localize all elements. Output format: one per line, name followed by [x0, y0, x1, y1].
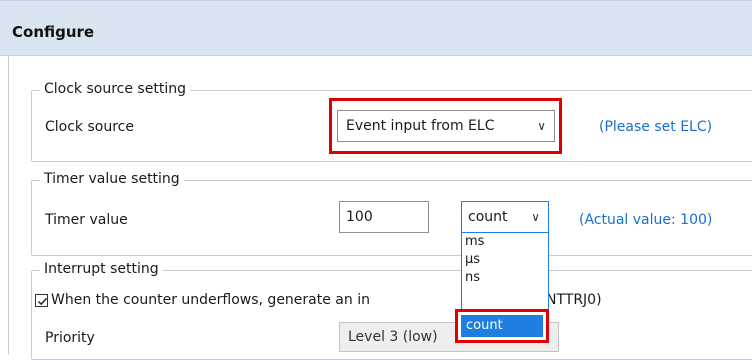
chevron-down-icon: ∨: [531, 210, 540, 224]
configure-header: Configure: [0, 0, 752, 56]
clock-source-select[interactable]: Event input from ELC ∨: [337, 110, 555, 142]
timer-unit-value: count: [468, 209, 508, 225]
timer-unit-select[interactable]: count ∨: [461, 201, 549, 233]
interrupt-legend: Interrupt setting: [40, 261, 163, 277]
unit-option-ms[interactable]: ms: [465, 234, 484, 249]
unit-option-count[interactable]: count: [461, 315, 543, 337]
clock-source-legend: Clock source setting: [40, 81, 190, 97]
underflow-interrupt-label-tail: NTTRJ0): [546, 292, 602, 308]
clock-source-label: Clock source: [45, 119, 134, 135]
actual-value-note: (Actual value: 100): [579, 212, 713, 228]
clock-source-value: Event input from ELC: [346, 118, 495, 134]
timer-value-input[interactable]: 100: [339, 201, 429, 233]
priority-value: Level 3 (low): [348, 329, 438, 345]
unit-option-ns[interactable]: ns: [465, 270, 480, 285]
count-option-highlight: count: [455, 309, 549, 343]
checkmark-icon: [37, 297, 48, 306]
underflow-interrupt-label[interactable]: When the counter underflows, generate an…: [51, 292, 370, 308]
underflow-interrupt-checkbox[interactable]: [35, 294, 48, 307]
priority-label: Priority: [45, 330, 95, 346]
please-set-elc-link[interactable]: (Please set ELC): [599, 119, 712, 135]
unit-option-us[interactable]: µs: [465, 252, 480, 267]
timer-value-label: Timer value: [45, 212, 128, 228]
timer-value-legend: Timer value setting: [40, 171, 184, 187]
timer-value-text: 100: [346, 209, 373, 225]
configure-panel: Clock source setting Clock source Event …: [8, 56, 752, 360]
chevron-down-icon: ∨: [537, 119, 546, 133]
configure-title: Configure: [12, 23, 95, 41]
